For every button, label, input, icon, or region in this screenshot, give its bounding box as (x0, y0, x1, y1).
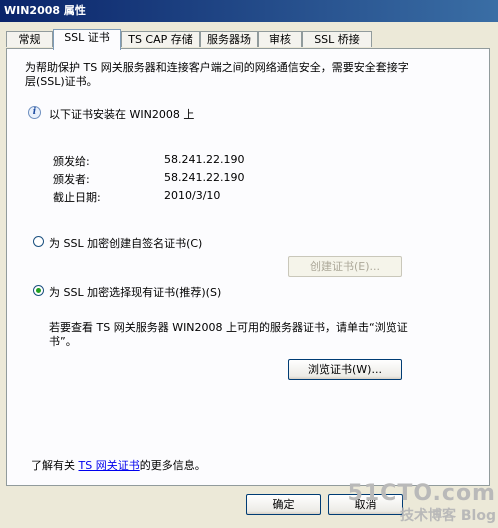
ts-gateway-certificate-link[interactable]: TS 网关证书 (79, 459, 140, 472)
existing-certificate-radio[interactable] (33, 285, 44, 296)
tab-auditing[interactable]: 审核 (258, 31, 302, 47)
footer-info-prefix: 了解有关 (31, 459, 75, 472)
tab-ssl-certificate[interactable]: SSL 证书 (53, 29, 121, 50)
tab-ts-cap-store[interactable]: TS CAP 存储 (121, 31, 200, 47)
tab-general[interactable]: 常规 (6, 31, 53, 47)
tab-strip: 常规 SSL 证书 TS CAP 存储 服务器场 审核 SSL 桥接 (6, 29, 486, 50)
issued-by-label: 颁发者: (53, 173, 90, 186)
cert-info-heading: 以下证书安装在 WIN2008 上 (49, 108, 195, 121)
browse-certificates-button[interactable]: 浏览证书(W)... (288, 359, 402, 380)
footer-info: 了解有关 TS 网关证书的更多信息。 (31, 457, 206, 473)
issued-by-value: 58.241.22.190 (164, 171, 245, 184)
existing-certificate-label[interactable]: 为 SSL 加密选择现有证书(推荐)(S) (49, 284, 221, 300)
ok-button[interactable]: 确定 (246, 494, 321, 515)
tab-server-farm[interactable]: 服务器场 (200, 31, 258, 47)
browse-hint-line-2: 书”。 (49, 335, 77, 348)
self-signed-label[interactable]: 为 SSL 加密创建自签名证书(C) (49, 235, 202, 251)
issued-to-label: 颁发给: (53, 155, 90, 168)
create-certificate-button[interactable]: 创建证书(E)... (288, 256, 402, 277)
expiry-value: 2010/3/10 (164, 189, 221, 202)
tab-ssl-bridging[interactable]: SSL 桥接 (302, 31, 372, 47)
title-bar[interactable]: WIN2008 属性 (0, 0, 498, 22)
expiry-label: 截止日期: (53, 191, 101, 204)
ssl-certificate-panel: 为帮助保护 TS 网关服务器和连接客户端之间的网络通信安全，需要安全套接字 层(… (6, 48, 490, 486)
cancel-button[interactable]: 取消 (328, 494, 403, 515)
window-title: WIN2008 属性 (4, 4, 86, 17)
description-line-2: 层(SSL)证书。 (25, 75, 98, 88)
self-signed-radio[interactable] (33, 236, 44, 247)
footer-info-suffix: 的更多信息。 (139, 459, 206, 472)
browse-hint-line-1: 若要查看 TS 网关服务器 WIN2008 上可用的服务器证书，请单击“浏览证 (49, 321, 408, 334)
info-icon: i (28, 106, 41, 119)
issued-to-value: 58.241.22.190 (164, 153, 245, 166)
